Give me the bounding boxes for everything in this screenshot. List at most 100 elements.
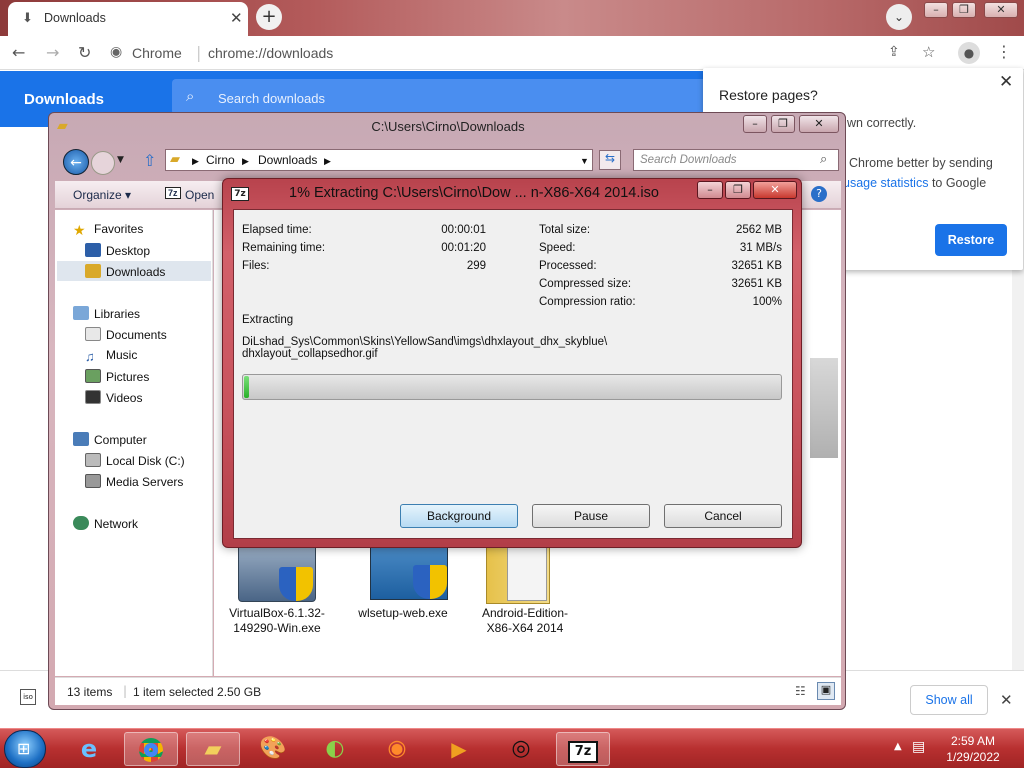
paint-icon[interactable]: 🎨 — [246, 732, 300, 766]
breadcrumb-arrow-icon[interactable]: ▶ — [192, 156, 199, 167]
internet-explorer-icon[interactable]: e — [62, 732, 116, 766]
organize-button[interactable]: Organize ▾ — [73, 188, 131, 202]
dialog-close-button[interactable]: ✕ — [753, 181, 797, 199]
game-icon[interactable]: ◐ — [308, 732, 362, 766]
bookmark-star-icon[interactable]: ☆ — [922, 43, 935, 61]
network-icon — [73, 516, 89, 530]
dialog-maximize-button[interactable]: ❐ — [725, 181, 751, 199]
tab-search-button[interactable]: ⌄ — [886, 4, 912, 30]
nav-label: Media Servers — [106, 475, 184, 489]
tab-title: Downloads — [44, 11, 106, 25]
omnibox[interactable]: ◉ Chrome | chrome://downloads ⇪ ☆ — [110, 39, 946, 67]
iso-file-icon[interactable]: iso — [20, 689, 36, 705]
chrome-taskbar-icon[interactable] — [124, 732, 178, 766]
new-tab-button[interactable]: + — [256, 4, 282, 30]
large-icons-view-icon[interactable]: ▣ — [817, 682, 835, 700]
address-bar[interactable]: ▰ ▶ Cirno ▶ Downloads ▶ ▼ — [165, 149, 593, 171]
nav-music[interactable]: ♫ Music — [85, 348, 137, 364]
close-tab-icon[interactable]: ✕ — [230, 9, 243, 27]
search-downloads-input[interactable]: ⌕ Search downloads — [172, 79, 712, 115]
help-icon[interactable]: ? — [811, 186, 827, 202]
media-player-icon[interactable]: ▶ — [432, 732, 486, 766]
breadcrumb-cirno[interactable]: Cirno — [206, 153, 235, 167]
file-name-line2: 149290-Win.exe — [233, 621, 321, 635]
explorer-back-icon[interactable]: ← — [63, 149, 89, 175]
omnibox-site: Chrome — [132, 45, 182, 61]
maximize-button[interactable]: ❐ — [952, 2, 976, 18]
nav-label: Local Disk (C:) — [106, 454, 185, 468]
chrome-info-icon[interactable]: ◉ — [110, 44, 122, 60]
minimize-button[interactable]: – — [924, 2, 948, 18]
nav-videos[interactable]: Videos — [85, 390, 142, 405]
breadcrumb-downloads[interactable]: Downloads — [258, 153, 317, 167]
explorer-maximize-button[interactable]: ❐ — [771, 115, 795, 133]
compressed-size-value: 32651 KB — [731, 278, 782, 290]
restore-button[interactable]: Restore — [935, 224, 1007, 256]
nav-media-servers[interactable]: Media Servers — [85, 474, 183, 489]
nav-network[interactable]: Network — [73, 516, 138, 531]
menu-kebab-icon[interactable]: ⋮ — [996, 42, 1012, 61]
explorer-close-button[interactable]: ✕ — [799, 115, 839, 133]
explorer-search-input[interactable]: Search Downloads ⌕ — [633, 149, 839, 171]
breadcrumb-arrow-icon[interactable]: ▶ — [242, 156, 249, 167]
address-dropdown-icon[interactable]: ▼ — [580, 156, 589, 166]
pictures-icon — [85, 369, 101, 383]
omnibox-url: chrome://downloads — [208, 45, 334, 61]
close-icon[interactable]: ✕ — [999, 72, 1013, 92]
forward-icon[interactable]: → — [46, 43, 59, 62]
system-clock[interactable]: 2:59 AM 1/29/2022 — [936, 733, 1010, 765]
share-icon[interactable]: ⇪ — [888, 44, 900, 60]
dialog-minimize-button[interactable]: – — [697, 181, 723, 199]
restore-message-line3-rest: to Google — [928, 176, 987, 190]
reload-icon[interactable]: ↻ — [78, 43, 91, 62]
pause-button[interactable]: Pause — [532, 504, 650, 528]
windows-logo-icon: ⊞ — [17, 739, 31, 758]
up-folder-icon[interactable]: ⇧ — [143, 151, 156, 170]
details-view-icon[interactable]: ☷ — [795, 684, 806, 698]
nav-documents[interactable]: Documents — [85, 327, 167, 342]
back-icon[interactable]: ← — [12, 43, 25, 62]
nav-favorites[interactable]: ★ Favorites — [73, 222, 143, 238]
file-android-edition[interactable]: Android-Edition- X86-X64 2014 — [470, 606, 580, 636]
total-size-label: Total size: — [539, 224, 591, 236]
7zip-taskbar-icon[interactable]: 7z — [556, 732, 610, 766]
clock-date: 1/29/2022 — [946, 750, 1000, 764]
explorer-minimize-button[interactable]: – — [743, 115, 767, 133]
recorder-icon[interactable]: ◎ — [494, 732, 548, 766]
nav-libraries[interactable]: Libraries — [73, 306, 140, 321]
close-shelf-icon[interactable]: ✕ — [1000, 691, 1013, 709]
usage-statistics-link[interactable]: usage statistics — [843, 176, 928, 190]
file-virtualbox[interactable]: VirtualBox-6.1.32- 149290-Win.exe — [222, 606, 332, 636]
start-button[interactable]: ⊞ — [4, 730, 46, 768]
refresh-icon[interactable]: ⇆ — [599, 150, 621, 170]
network-tray-icon[interactable]: ▤ — [912, 739, 925, 755]
open-button[interactable]: Open — [185, 188, 214, 202]
firefox-icon[interactable]: ◉ — [370, 732, 424, 766]
file-wlsetup[interactable]: wlsetup-web.exe — [348, 606, 458, 621]
chrome-toolbar: ← → ↻ ◉ Chrome | chrome://downloads ⇪ ☆ … — [0, 36, 1024, 70]
nav-local-disk[interactable]: Local Disk (C:) — [85, 453, 185, 468]
tab-downloads[interactable]: ⬇ Downloads ✕ — [8, 2, 248, 36]
extract-progress-dialog: 7z 1% Extracting C:\Users\Cirno\Dow ... … — [222, 178, 802, 548]
profile-avatar-icon[interactable]: ● — [958, 42, 980, 64]
show-all-button[interactable]: Show all — [910, 685, 988, 715]
drive-icon — [85, 453, 101, 467]
partial-file-icon[interactable] — [810, 358, 838, 458]
history-dropdown-icon[interactable]: ▼ — [117, 155, 124, 165]
cancel-button[interactable]: Cancel — [664, 504, 782, 528]
file-explorer-icon[interactable]: ▰ — [186, 732, 240, 766]
nav-desktop[interactable]: Desktop — [85, 243, 150, 258]
nav-downloads[interactable]: Downloads — [57, 261, 211, 281]
breadcrumb-arrow-icon[interactable]: ▶ — [324, 156, 331, 167]
selection-info: 1 item selected 2.50 GB — [133, 685, 262, 699]
tray-expand-icon[interactable]: ▲ — [894, 741, 902, 752]
nav-computer[interactable]: Computer — [73, 432, 147, 447]
virtualbox-file-icon[interactable] — [238, 540, 316, 602]
background-button[interactable]: Background — [400, 504, 518, 528]
close-window-button[interactable]: ✕ — [984, 2, 1018, 18]
explorer-forward-icon[interactable] — [91, 151, 115, 175]
status-bar: 13 items | 1 item selected 2.50 GB ☷ ▣ — [55, 677, 841, 705]
nav-pictures[interactable]: Pictures — [85, 369, 149, 384]
wlsetup-file-icon[interactable] — [370, 540, 448, 600]
android-folder-icon[interactable] — [486, 540, 550, 604]
